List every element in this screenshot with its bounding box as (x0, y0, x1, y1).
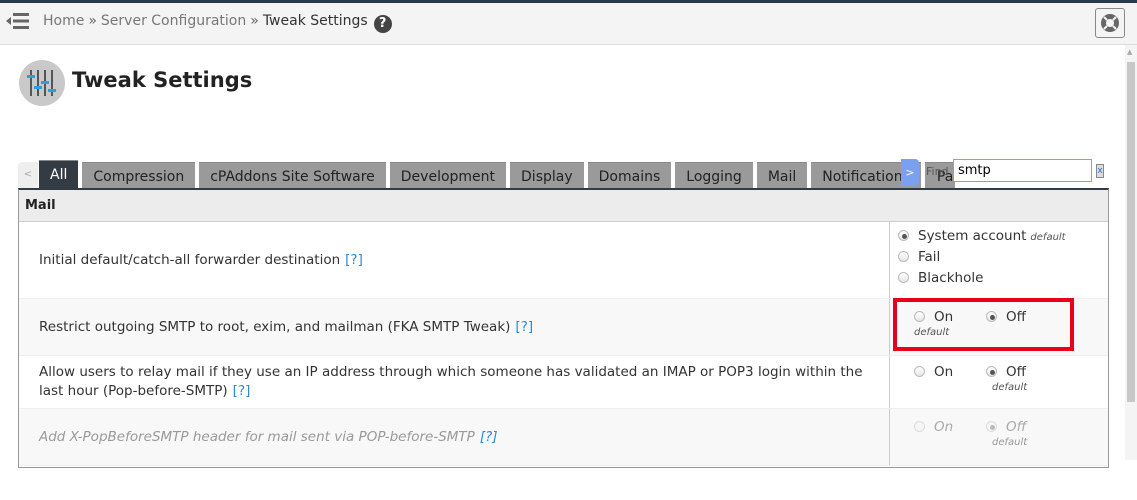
breadcrumb-separator: » (88, 13, 97, 29)
radio-option-on[interactable]: On (914, 364, 986, 393)
clear-search-icon[interactable]: x (1096, 164, 1104, 178)
radio-option-off[interactable]: Off (986, 309, 1058, 338)
radio-button (986, 421, 997, 432)
radio-button[interactable] (898, 272, 909, 283)
default-badge: default (1030, 232, 1066, 243)
setting-row: Add X-PopBeforeSMTP header for mail sent… (19, 409, 1108, 466)
support-button[interactable] (1095, 8, 1125, 38)
page-title: Tweak Settings (72, 68, 253, 92)
radio-button[interactable] (986, 366, 997, 377)
setting-row: Initial default/catch-all forwarder dest… (19, 222, 1108, 299)
breadcrumb-server-configuration[interactable]: Server Configuration (101, 13, 246, 29)
radio-option-on: On (914, 419, 986, 448)
breadcrumb-home[interactable]: Home (43, 13, 84, 29)
radio-label: Off (1006, 364, 1026, 380)
radio-option[interactable]: Fail (898, 249, 1100, 270)
radio-button (914, 421, 925, 432)
scroll-up-arrow[interactable]: ▲ (1127, 48, 1132, 56)
radio-label: Fail (918, 249, 941, 265)
radio-label: Off (1006, 419, 1027, 435)
setting-label-text: Restrict outgoing SMTP to root, exim, an… (39, 318, 511, 335)
radio-option-off[interactable]: Off default (986, 364, 1058, 393)
help-icon[interactable]: ? (373, 15, 392, 33)
radio-label: On (934, 419, 954, 435)
setting-label: Restrict outgoing SMTP to root, exim, an… (19, 299, 890, 355)
setting-control: On Off default (890, 409, 1108, 465)
setting-row: Allow users to relay mail if they use an… (19, 356, 1108, 409)
setting-help-link[interactable]: [?] (480, 428, 498, 447)
default-badge: default (992, 382, 1028, 393)
life-ring-icon (1101, 14, 1119, 32)
setting-help-link[interactable]: [?] (515, 318, 533, 337)
tab-logging[interactable]: Logging (675, 162, 753, 188)
tab-mail[interactable]: Mail (756, 162, 808, 188)
setting-label-text: Allow users to relay mail if they use an… (39, 364, 863, 399)
radio-option[interactable]: System account default (898, 228, 1100, 249)
tab-all[interactable]: All (39, 160, 79, 188)
radio-option-on[interactable]: On default (914, 309, 986, 338)
sliders-icon (19, 60, 65, 106)
tab-compression[interactable]: Compression (82, 162, 196, 188)
setting-row: Restrict outgoing SMTP to root, exim, an… (19, 299, 1108, 356)
tab-domains[interactable]: Domains (587, 162, 672, 188)
setting-label-text: Add X-PopBeforeSMTP header for mail sent… (39, 428, 475, 445)
breadcrumb-current: Tweak Settings (262, 13, 368, 29)
radio-button[interactable] (898, 251, 909, 262)
radio-button[interactable] (914, 311, 925, 322)
setting-label: Add X-PopBeforeSMTP header for mail sent… (19, 409, 890, 465)
setting-control: System account default Fail Blackhole (890, 222, 1108, 298)
default-badge: default (992, 437, 1028, 448)
radio-option-off: Off default (986, 419, 1058, 448)
tabs-scroll-right[interactable]: > (901, 159, 919, 186)
tab-development[interactable]: Development (389, 162, 507, 188)
breadcrumb-separator: » (250, 13, 259, 29)
header-bar: Home» Server Configuration» Tweak Settings… (0, 3, 1137, 45)
find-input[interactable] (953, 159, 1092, 182)
setting-help-link[interactable]: [?] (233, 383, 251, 399)
radio-button[interactable] (986, 311, 997, 322)
settings-panel: Mail Initial default/catch-all forwarder… (18, 188, 1109, 468)
vertical-scrollbar[interactable]: ▲ (1125, 45, 1137, 460)
setting-label-text: Initial default/catch-all forwarder dest… (39, 251, 341, 268)
radio-label: Blackhole (918, 270, 984, 286)
setting-label: Allow users to relay mail if they use an… (19, 356, 890, 408)
radio-button[interactable] (898, 230, 909, 241)
menu-collapse-icon[interactable] (6, 11, 30, 31)
radio-label: On (934, 309, 954, 325)
setting-label: Initial default/catch-all forwarder dest… (19, 222, 890, 298)
tab-cpaddons[interactable]: cPAddons Site Software (199, 162, 386, 188)
radio-label: On (934, 364, 954, 380)
tabs-scroll-left[interactable]: < (18, 162, 38, 188)
default-badge: default (914, 327, 950, 338)
find-label: Find (926, 165, 949, 178)
radio-option[interactable]: Blackhole (898, 270, 1100, 291)
radio-label: System account (918, 228, 1027, 244)
radio-button[interactable] (914, 366, 925, 377)
setting-control: On Off default (890, 356, 1108, 408)
setting-control: On default Off (890, 299, 1108, 355)
breadcrumb: Home» Server Configuration» Tweak Settings… (43, 13, 392, 33)
section-heading: Mail (19, 190, 1108, 222)
category-tabs: < All Compression cPAddons Site Software… (18, 160, 955, 188)
scroll-thumb[interactable] (1127, 62, 1135, 402)
setting-help-link[interactable]: [?] (345, 251, 363, 270)
tab-display[interactable]: Display (510, 162, 584, 188)
radio-label: Off (1006, 309, 1026, 325)
